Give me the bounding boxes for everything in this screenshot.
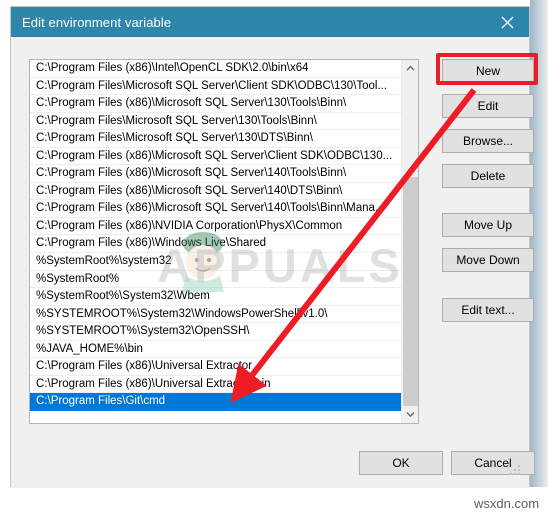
path-listbox[interactable]: C:\Program Files (x86)\Intel\OpenCL SDK\… bbox=[29, 59, 419, 424]
list-item[interactable]: %SYSTEMROOT%\System32\WindowsPowerShell\… bbox=[30, 306, 401, 324]
list-item[interactable]: C:\Program Files\Microsoft SQL Server\13… bbox=[30, 130, 401, 148]
list-item[interactable]: C:\Program Files (x86)\NVIDIA Corporatio… bbox=[30, 218, 401, 236]
list-item[interactable]: C:\Program Files (x86)\Microsoft SQL Ser… bbox=[30, 183, 401, 201]
edit-button[interactable]: Edit bbox=[442, 94, 534, 118]
close-icon[interactable] bbox=[485, 7, 529, 37]
list-scrollbar[interactable] bbox=[401, 60, 418, 423]
move-down-button[interactable]: Move Down bbox=[442, 248, 534, 272]
list-item[interactable]: C:\Program Files (x86)\Microsoft SQL Ser… bbox=[30, 165, 401, 183]
delete-button[interactable]: Delete bbox=[442, 164, 534, 188]
cancel-button[interactable]: Cancel bbox=[451, 451, 535, 475]
dialog-body: C:\Program Files (x86)\Intel\OpenCL SDK\… bbox=[11, 37, 535, 488]
scrollbar-thumb[interactable] bbox=[403, 177, 418, 406]
list-item[interactable]: %JAVA_HOME%\bin bbox=[30, 341, 401, 359]
desktop-bottom-edge bbox=[0, 487, 548, 518]
path-list[interactable]: C:\Program Files (x86)\Intel\OpenCL SDK\… bbox=[30, 60, 401, 423]
list-item[interactable]: %SystemRoot%\system32 bbox=[30, 253, 401, 271]
list-item[interactable]: %SYSTEMROOT%\System32\OpenSSH\ bbox=[30, 323, 401, 341]
list-item[interactable]: C:\Program Files (x86)\Microsoft SQL Ser… bbox=[30, 148, 401, 166]
list-item[interactable]: C:\Program Files (x86)\Microsoft SQL Ser… bbox=[30, 95, 401, 113]
list-item[interactable]: C:\Program Files\Microsoft SQL Server\Cl… bbox=[30, 78, 401, 96]
list-item[interactable]: C:\Program Files (x86)\Intel\OpenCL SDK\… bbox=[30, 60, 401, 78]
list-item[interactable]: C:\Program Files (x86)\Universal Extract… bbox=[30, 376, 401, 394]
list-item[interactable]: C:\Program Files\Microsoft SQL Server\13… bbox=[30, 113, 401, 131]
list-item[interactable]: %SystemRoot%\System32\Wbem bbox=[30, 288, 401, 306]
move-up-button[interactable]: Move Up bbox=[442, 213, 534, 237]
list-item[interactable]: %SystemRoot% bbox=[30, 271, 401, 289]
dialog-title: Edit environment variable bbox=[22, 14, 172, 30]
browse-button[interactable]: Browse... bbox=[442, 129, 534, 153]
chevron-up-icon[interactable] bbox=[402, 60, 418, 77]
dialog-titlebar: Edit environment variable bbox=[11, 7, 529, 37]
ok-button[interactable]: OK bbox=[359, 451, 443, 475]
list-item[interactable]: C:\Program Files (x86)\Universal Extract… bbox=[30, 358, 401, 376]
resize-grip[interactable] bbox=[508, 463, 522, 477]
list-item-selected[interactable]: C:\Program Files\Git\cmd bbox=[30, 393, 401, 411]
list-item[interactable]: C:\Program Files (x86)\Windows Live\Shar… bbox=[30, 235, 401, 254]
new-button-highlight-annotation bbox=[436, 53, 538, 85]
list-item[interactable]: C:\Program Files (x86)\Microsoft SQL Ser… bbox=[30, 200, 401, 218]
wsxdn-watermark: wsxdn.com bbox=[474, 496, 540, 511]
chevron-down-icon[interactable] bbox=[402, 406, 418, 423]
edit-text-button[interactable]: Edit text... bbox=[442, 298, 534, 322]
